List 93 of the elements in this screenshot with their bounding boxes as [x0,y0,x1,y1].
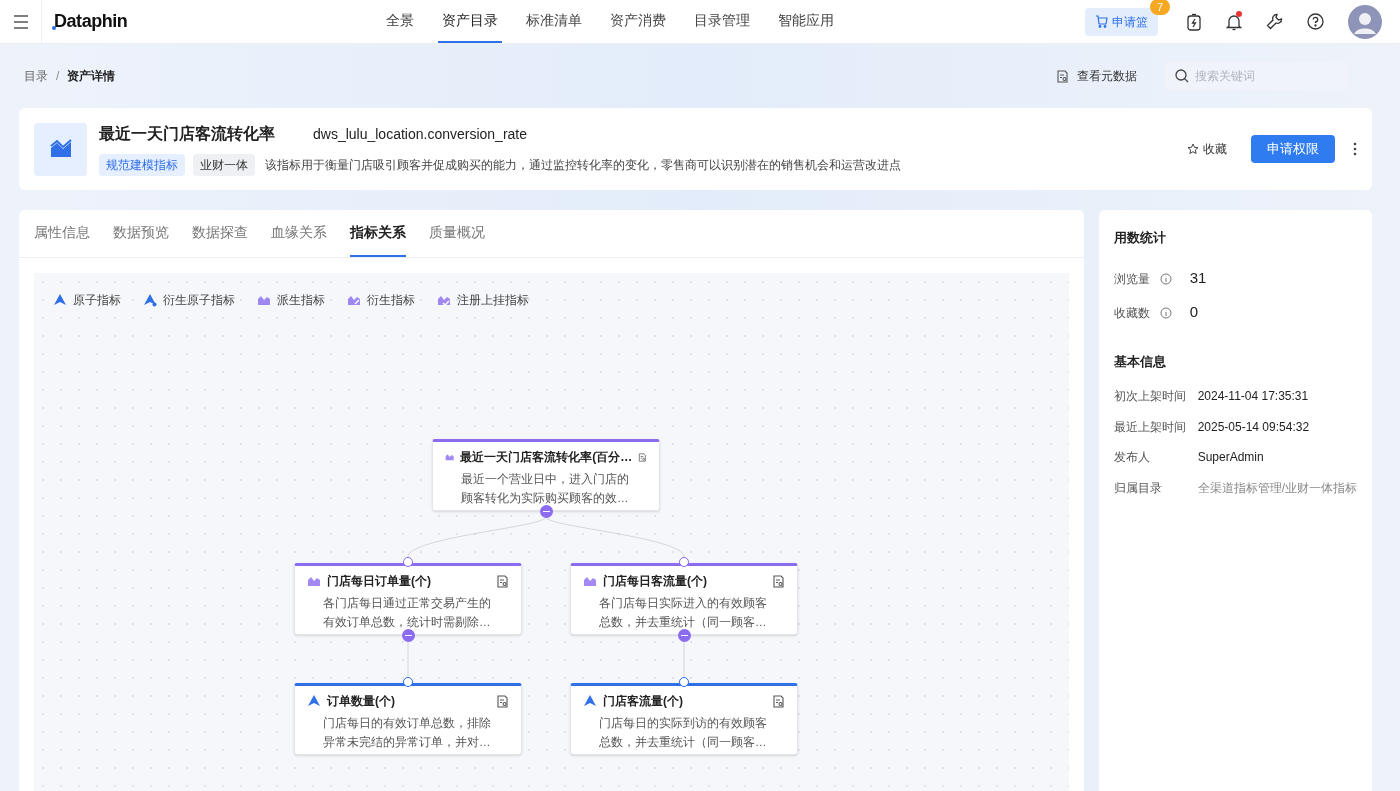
logo: Dataphin [54,10,128,33]
nav-tab[interactable]: 目录管理 [690,0,754,43]
chart-icon [48,139,73,159]
metric-node[interactable]: 订单数量(个) 门店每日的有效订单总数，排除异常未完结的异常订单，并对… [294,683,522,755]
legend-label: 注册上挂指标 [457,292,529,309]
tab[interactable]: 数据预览 [113,210,169,257]
apply-button[interactable]: 申请权限 [1251,135,1335,163]
metric-node[interactable]: 门店客流量(个) 门店每日的实际到访的有效顾客总数，并去重统计（同一顾客… [570,683,798,755]
info-label: 归属目录 [1113,479,1163,497]
metric-kind-icon [583,694,597,708]
info-icon[interactable] [1159,272,1172,285]
tab[interactable]: 血缘关系 [271,210,327,257]
legend-icon [143,293,157,307]
legend-label: 原子指标 [73,292,121,309]
input-port [679,677,689,687]
help-icon[interactable] [1307,13,1324,30]
metric-kind-icon [445,451,455,463]
node-title: 门店每日客流量(个) [603,573,708,590]
node-title: 门店客流量(个) [603,693,684,710]
section-title: 用数统计 [1113,229,1167,247]
info-label: 最近上架时间 [1113,418,1187,436]
breadcrumb-link[interactable]: 目录 [24,67,48,85]
legend-label: 衍生指标 [367,292,415,309]
menu-icon[interactable] [12,14,29,29]
tag: 业财一体 [193,154,255,176]
legend-icon [257,294,271,306]
info-value: SuperAdmin [1197,449,1264,467]
legend-icon [437,294,451,306]
document-icon[interactable] [638,450,647,464]
node-description: 各门店每日实际进入的有效顾客总数，并去重统计（同一顾客… [598,596,768,630]
node-title: 门店每日订单量(个) [327,573,432,590]
nav-tab[interactable]: 智能应用 [774,0,838,43]
metric-kind-icon [307,694,321,708]
nav-tab[interactable]: 标准清单 [522,0,586,43]
document-icon[interactable] [772,574,785,588]
asset-description: 该指标用于衡量门店吸引顾客并促成购买的能力，通过监控转化率的变化，零售商可以识别潜在的销售机会和运营改进点 [265,157,901,174]
nav-tab[interactable]: 资产目录 [438,0,502,43]
stat-value: 31 [1189,268,1207,289]
wrench-icon[interactable] [1266,13,1283,30]
section-title: 基本信息 [1113,352,1167,371]
node-title: 订单数量(个) [327,693,396,710]
document-icon[interactable] [772,694,785,708]
cart-icon [1095,15,1108,28]
metric-kind-icon [307,575,321,587]
legend-icon [53,293,67,307]
info-label: 初次上架时间 [1113,388,1187,406]
stat-label: 浏览量 [1113,270,1150,288]
asset-title: 最近一天门店客流转化率 [99,124,275,144]
asset-code: dws_lulu_location.conversion_rate [313,124,528,144]
metadata-link[interactable]: 查看元数据 [1056,67,1137,85]
document-icon[interactable] [1056,69,1069,83]
legend-label: 派生指标 [277,292,325,309]
search-icon [1175,69,1189,83]
count-badge: 7 [1149,0,1170,15]
avatar[interactable] [1348,4,1382,39]
metric-node[interactable]: 门店每日订单量(个) 各门店每日通过正常交易产生的有效订单总数，统计时需剔除… [294,563,522,635]
node-description: 最近一个营业日中，进入门店的顾客转化为实际购买顾客的效… [460,472,630,506]
node-description: 门店每日的有效订单总数，排除异常未完结的异常订单，并对… [322,716,492,750]
tab[interactable]: 数据探查 [192,210,248,257]
info-value: 全渠道指标管理/业财一体指标 [1197,479,1357,497]
nav-tab[interactable]: 资产消费 [606,0,670,43]
battery-bolt-icon[interactable] [1186,12,1202,31]
metric-kind-icon [583,575,597,587]
input-port [403,677,413,687]
metric-node[interactable]: 门店每日客流量(个) 各门店每日实际进入的有效顾客总数，并去重统计（同一顾客… [570,563,798,635]
breadcrumb-separator: / [56,68,60,85]
node-description: 门店每日的实际到访的有效顾客总数，并去重统计（同一顾客… [598,716,768,750]
favorite-button[interactable]: 收藏 [1187,140,1227,158]
info-value: 2025-05-14 09:54:32 [1197,418,1310,436]
info-label: 发布人 [1113,449,1151,467]
node-description: 各门店每日通过正常交易产生的有效订单总数，统计时需剔除… [322,596,492,630]
nav-tab[interactable]: 全景 [382,0,418,43]
stat-value: 0 [1189,302,1198,323]
star-icon [1187,143,1199,155]
tab[interactable]: 属性信息 [34,210,90,257]
legend-icon [347,294,361,306]
tab[interactable]: 质量概况 [429,210,485,257]
info-icon[interactable] [1159,306,1172,319]
tag: 规范建模指标 [99,154,185,176]
legend-label: 衍生原子指标 [163,292,235,309]
breadcrumb-link[interactable]: 资产详情 [67,67,116,85]
tab[interactable]: 指标关系 [350,210,406,257]
notification-icon[interactable] [1226,12,1242,31]
input-port [679,557,689,567]
cart-button[interactable]: 申请篮 [1085,7,1158,36]
stat-label: 收藏数 [1113,304,1150,322]
document-icon[interactable] [496,574,509,588]
metric-node[interactable]: 最近一天门店客流转化率(百分… 最近一个营业日中，进入门店的顾客转化为实际购买顾客的效… [432,439,660,511]
info-value: 2024-11-04 17:35:31 [1197,388,1309,406]
node-title: 最近一天门店客流转化率(百分… [460,449,633,466]
document-icon[interactable] [496,694,509,708]
more-icon[interactable] [1353,142,1357,156]
input-port [403,557,413,567]
